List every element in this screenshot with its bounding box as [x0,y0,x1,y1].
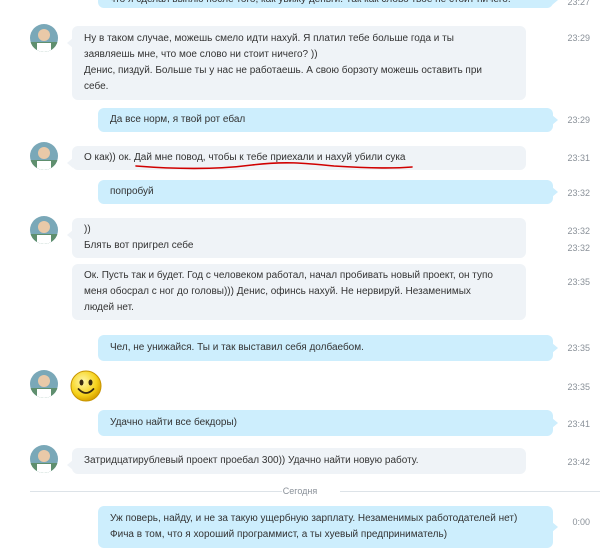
message-text: Чел, не унижайся. Ты и так выставил себя… [110,342,364,353]
avatar[interactable] [30,370,58,398]
message-timestamp: 23:27 [567,0,590,7]
message-bubble-incoming[interactable]: )) Блять вот пригрел себе [67,218,526,258]
message-text: что я сделал выплю после того, как увижу… [110,0,541,8]
avatar[interactable] [30,24,58,52]
message-bubble-outgoing[interactable]: Уж поверь, найду, и не за такую ущербную… [98,506,558,548]
message-timestamp: 23:32 [567,243,590,253]
message-timestamp: 0:00 [572,517,590,527]
message-timestamp: 23:32 [567,226,590,236]
message-bubble-outgoing[interactable]: Удачно найти все бекдоры) [98,410,558,436]
message-text: меня обосрал с ног до головы))) Денис, о… [84,286,471,297]
message-bubble-outgoing[interactable]: Чел, не унижайся. Ты и так выставил себя… [98,335,558,361]
message-text: )) [84,224,91,235]
message-timestamp: 23:42 [567,457,590,467]
message-text: Блять вот пригрел себе [84,240,194,251]
avatar[interactable] [30,216,58,244]
date-divider: Сегодня [0,484,600,498]
message-bubble-incoming[interactable]: О как)) ок. Дай мне повод, чтобы к тебе … [67,146,526,170]
date-divider-label: Сегодня [282,486,318,496]
message-timestamp: 23:32 [567,188,590,198]
message-text: Да все норм, я твой рот ебал [110,114,246,125]
message-text: себе. [84,81,109,92]
message-timestamp: 23:29 [567,115,590,125]
message-text: О как)) ок. Дай мне повод, чтобы к тебе … [84,152,406,163]
message-text: Уж поверь, найду, и не за такую ущербную… [110,513,518,524]
message-text: людей нет. [84,302,134,313]
message-text: Ок. Пусть так и будет. Год с человеком р… [84,270,493,281]
message-bubble-incoming[interactable]: Затридцатирублевый проект проебал 300)) … [67,448,526,474]
message-bubble-incoming[interactable]: Ну в таком случае, можешь смело идти нах… [67,26,526,100]
smile-emoticon-icon[interactable] [70,370,102,402]
message-timestamp: 23:41 [567,419,590,429]
message-text: Денис, пиздуй. Больше ты у нас не работа… [84,65,482,76]
message-timestamp: 23:35 [567,382,590,392]
message-bubble-outgoing[interactable]: что я сделал выплю после того, как увижу… [98,0,558,8]
message-timestamp: 23:35 [567,277,590,287]
message-text: попробуй [110,186,154,197]
message-text: заявляешь мне, что мое слово ни стоит ни… [84,49,318,60]
message-timestamp: 23:29 [567,33,590,43]
avatar[interactable] [30,142,58,170]
message-text: Ну в таком случае, можешь смело идти нах… [84,33,454,44]
message-text: Удачно найти все бекдоры) [110,417,238,428]
message-timestamp: 23:31 [567,153,590,163]
message-text: Затридцатирублевый проект проебал 300)) … [84,455,419,466]
message-bubble-incoming[interactable]: Ок. Пусть так и будет. Год с человеком р… [72,264,526,320]
message-bubble-outgoing[interactable]: Да все норм, я твой рот ебал [98,108,558,132]
message-text: Фича в том, что я хороший программист, а… [110,529,448,540]
message-timestamp: 23:35 [567,343,590,353]
avatar[interactable] [30,445,58,473]
message-bubble-outgoing[interactable]: попробуй [98,180,558,204]
